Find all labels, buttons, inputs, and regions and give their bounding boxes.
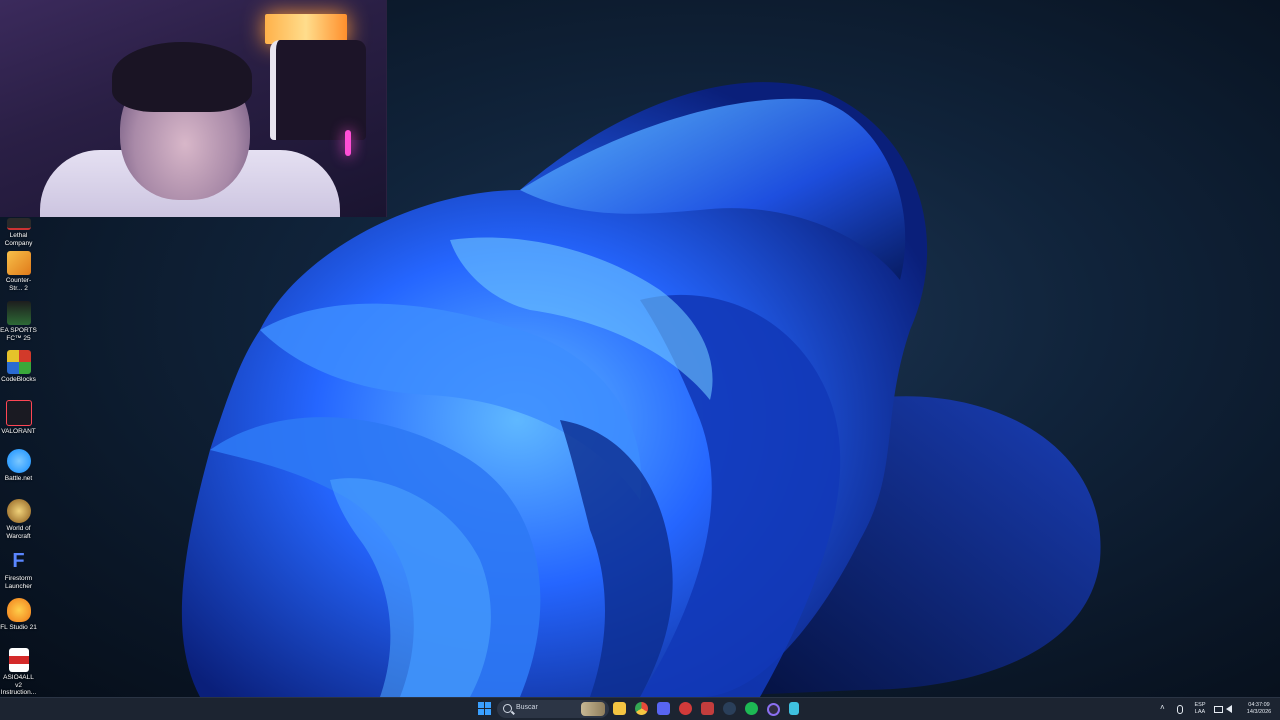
desktop-icon-label: CodeBlocks: [1, 376, 36, 383]
world-of-warcraft-icon: [6, 499, 31, 523]
battlenet-icon: [6, 449, 31, 473]
desktop-icon-firestorm-launcher[interactable]: F Firestorm Launcher: [0, 549, 37, 590]
spotify-icon[interactable]: [745, 702, 758, 715]
desktop-icon-label: Battle.net: [4, 475, 33, 482]
notepad-icon[interactable]: [789, 702, 799, 715]
desktop-icon-asio4all-pdf[interactable]: ASIO4ALL v2 Instruction...: [0, 648, 37, 697]
counter-strike-icon: [6, 251, 31, 275]
app-media-icon[interactable]: [701, 702, 714, 715]
firestorm-icon: F: [12, 550, 25, 572]
valorant-icon: [5, 400, 32, 426]
language-bottom: LAA: [1194, 708, 1206, 715]
windows-logo-icon-part: [485, 709, 491, 715]
search-icon: [503, 704, 512, 713]
desktop-icon-label: Counter-Str... 2: [5, 277, 32, 292]
chrome-icon[interactable]: [635, 702, 648, 715]
chevron-up-icon[interactable]: ˄: [1160, 703, 1168, 712]
desktop-icon-label: World of Warcraft: [6, 525, 31, 540]
desktop-icon-label: VALORANT: [1, 428, 36, 435]
taskbar-search-box[interactable]: Buscar: [497, 700, 609, 718]
desktop-icon-lethal-company[interactable]: Lethal Company: [0, 218, 37, 247]
lethal-company-icon: [6, 218, 31, 230]
app-red-icon[interactable]: [679, 702, 692, 715]
windows-logo-icon-part: [485, 702, 491, 708]
desktop-icon-valorant[interactable]: VALORANT: [0, 400, 37, 436]
volume-icon[interactable]: [1226, 705, 1232, 713]
clock-date: 14/3/2026: [1246, 708, 1272, 715]
pink-light: [345, 130, 351, 156]
microphone-icon[interactable]: [1177, 705, 1183, 714]
ea-sports-fc-icon: [6, 301, 31, 325]
windows-logo-icon-part: [478, 709, 484, 715]
desktop-icon-label: EA SPORTS FC™ 25: [0, 327, 37, 342]
search-highlight-image: [581, 702, 605, 716]
webcam-overlay: [0, 0, 387, 217]
language-indicator[interactable]: ESP LAA: [1192, 702, 1208, 715]
network-icon[interactable]: [1214, 706, 1223, 713]
discord-icon[interactable]: [657, 702, 670, 715]
desktop-icon-label: ASIO4ALL v2 Instruction...: [0, 674, 37, 696]
desktop-icon-label: Lethal Company: [4, 232, 33, 247]
taskbar: Buscar ˄ ESP LAA 04:37:09 14/3/2026: [0, 697, 1280, 720]
desktop-icon-label: Firestorm Launcher: [4, 575, 33, 590]
pdf-icon: [8, 648, 29, 672]
steam-icon[interactable]: [723, 702, 736, 715]
windows-logo-icon: [478, 702, 484, 708]
codeblocks-icon: [6, 350, 31, 374]
desktop-icon-world-of-warcraft[interactable]: World of Warcraft: [0, 499, 37, 540]
desktop-icon-counter-strike[interactable]: Counter-Str... 2: [0, 251, 37, 292]
file-explorer-icon[interactable]: [613, 702, 626, 715]
fl-studio-icon: [6, 598, 31, 622]
start-button[interactable]: [478, 702, 492, 716]
search-placeholder: Buscar: [516, 704, 538, 711]
desktop-icon-fl-studio[interactable]: FL Studio 21: [0, 598, 37, 632]
desktop-icon-battlenet[interactable]: Battle.net: [0, 449, 37, 483]
desktop-icon-codeblocks[interactable]: CodeBlocks: [0, 350, 37, 384]
background-chair: [270, 40, 366, 140]
desktop-icon-ea-sports-fc[interactable]: EA SPORTS FC™ 25: [0, 301, 37, 342]
desktop-icon-label: FL Studio 21: [0, 624, 37, 631]
obs-icon[interactable]: [767, 703, 780, 716]
person-hair: [112, 42, 252, 112]
language-top: ESP: [1194, 702, 1206, 708]
clock[interactable]: 04:37:09 14/3/2026: [1240, 702, 1278, 715]
